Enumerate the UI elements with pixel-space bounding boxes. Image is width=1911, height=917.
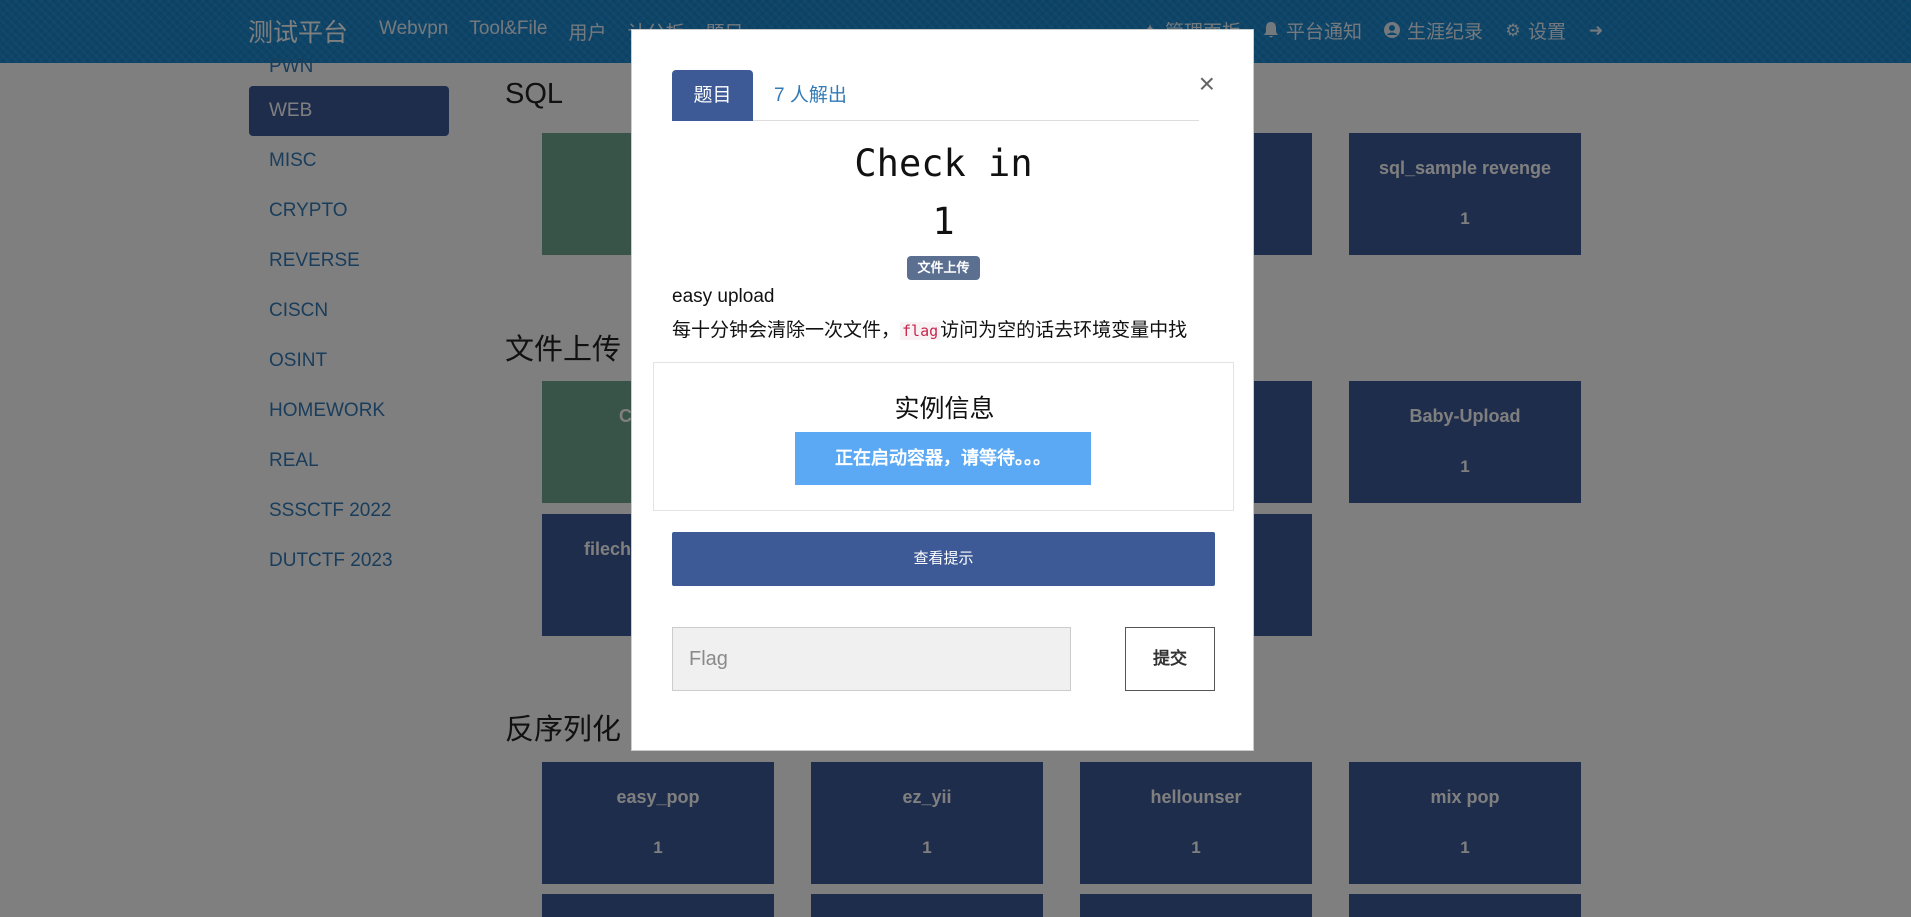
challenge-modal: × 题目 7 人解出 Check in 1 文件上传 easy upload 每…: [631, 29, 1254, 751]
challenge-description-line1: easy upload: [672, 286, 775, 307]
instance-status-button[interactable]: 正在启动容器，请等待。。。: [795, 432, 1091, 485]
challenge-description-line2: 每十分钟会清除一次文件， flag 访问为空的话去环境变量中找: [672, 315, 1187, 342]
close-icon[interactable]: ×: [1199, 70, 1215, 98]
challenge-title: Check in: [854, 142, 1033, 185]
description-code: flag: [900, 322, 941, 340]
modal-tabs: 题目 7 人解出: [672, 70, 1199, 121]
flag-input[interactable]: [672, 627, 1071, 691]
challenge-tag: 文件上传: [907, 256, 980, 280]
view-hint-button[interactable]: 查看提示: [672, 532, 1215, 586]
description-text: 访问为空的话去环境变量中找: [940, 320, 1188, 341]
instance-panel: 实例信息 正在启动容器，请等待。。。: [653, 362, 1234, 511]
description-text: 每十分钟会清除一次文件，: [672, 320, 901, 341]
tab-challenge[interactable]: 题目: [672, 70, 753, 121]
challenge-score-value: 1: [932, 200, 955, 243]
submit-button[interactable]: 提交: [1125, 627, 1215, 691]
tab-solves[interactable]: 7 人解出: [774, 70, 847, 121]
instance-title: 实例信息: [894, 395, 995, 423]
